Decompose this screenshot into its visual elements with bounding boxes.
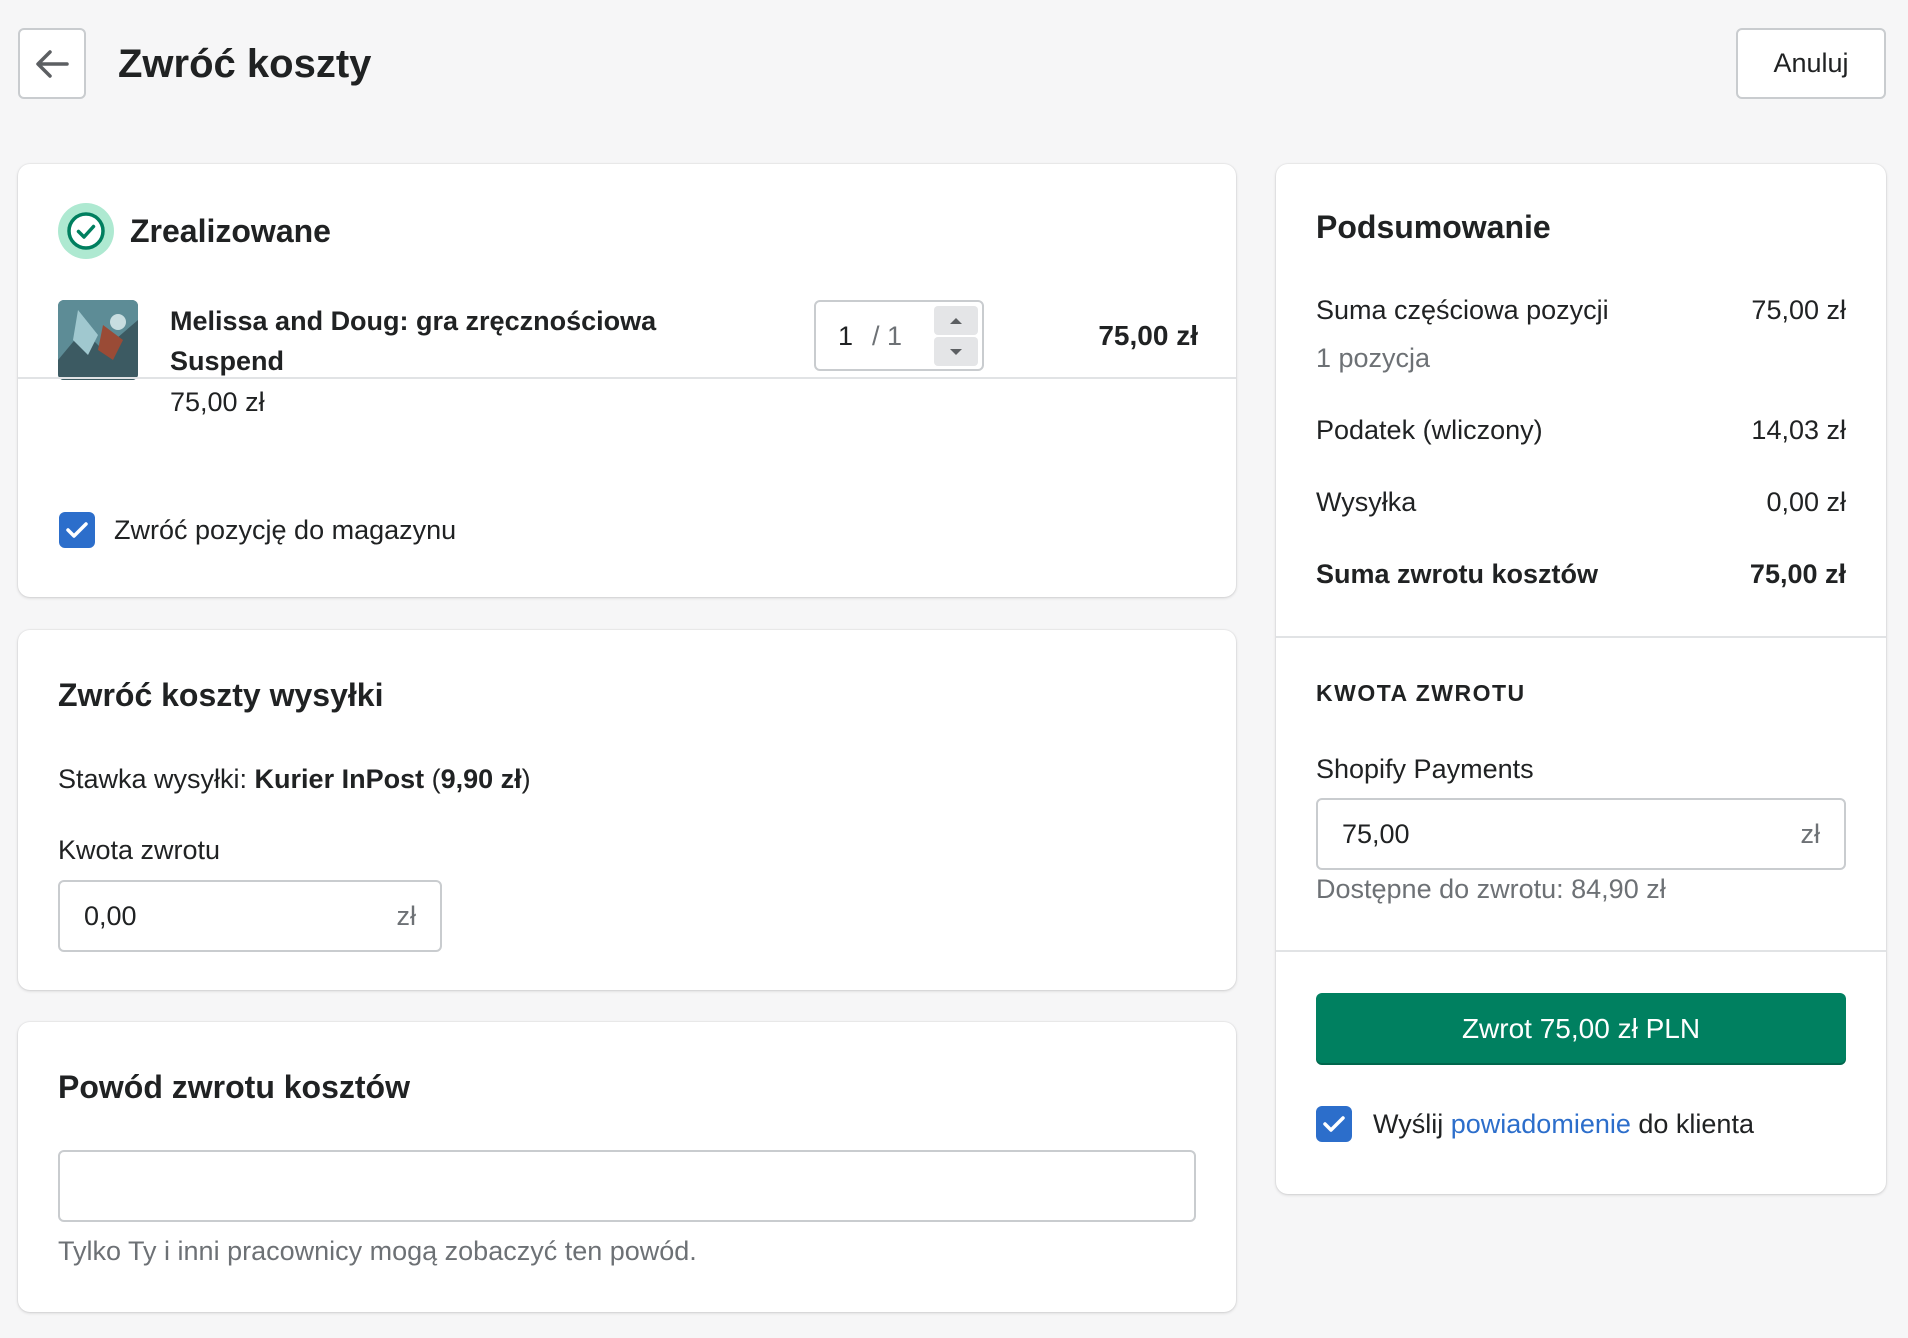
- quantity-stepper[interactable]: 1 / 1: [814, 300, 984, 371]
- restock-checkbox[interactable]: [59, 512, 95, 548]
- refund-total-value: 75,00 zł: [1749, 559, 1846, 589]
- tax-label: Podatek (wliczony): [1316, 415, 1543, 445]
- summary-title: Podsumowanie: [1316, 209, 1551, 245]
- divider: [18, 377, 1236, 379]
- shipping-amount-input[interactable]: 0,00 zł: [58, 880, 442, 952]
- refund-reason-card: Powód zwrotu kosztów Tylko Ty i inni pra…: [18, 1022, 1236, 1312]
- checkmark-icon: [1323, 1116, 1345, 1132]
- notification-link[interactable]: powiadomienie: [1451, 1109, 1631, 1139]
- shipping-refund-card: Zwróć koszty wysyłki Stawka wysyłki: Kur…: [18, 630, 1236, 990]
- page-title: Zwróć koszty: [118, 42, 372, 86]
- shipping-value: 0,00 zł: [1766, 487, 1846, 517]
- arrow-left-icon: [36, 49, 69, 78]
- tax-value: 14,03 zł: [1751, 415, 1846, 445]
- quantity-increment-button[interactable]: [934, 306, 978, 335]
- payment-method-label: Shopify Payments: [1316, 754, 1534, 784]
- refund-amount-heading: KWOTA ZWROTU: [1316, 680, 1526, 706]
- shipping-amount-label: Kwota zwrotu: [58, 835, 221, 865]
- notify-customer-label[interactable]: Wyślij powiadomienie do klienta: [1373, 1104, 1754, 1144]
- refund-button[interactable]: Zwrot 75,00 zł PLN: [1316, 993, 1846, 1065]
- quantity-value[interactable]: 1: [838, 318, 853, 354]
- caret-up-icon: [950, 317, 962, 324]
- checkmark-icon: [66, 522, 88, 538]
- cancel-button[interactable]: Anuluj: [1736, 28, 1886, 99]
- product-thumbnail: [58, 300, 138, 380]
- fulfillment-status: Zrealizowane: [130, 213, 331, 249]
- line-total: 75,00 zł: [1098, 320, 1198, 351]
- shipping-rate-amount: 9,90 zł: [440, 764, 522, 794]
- restock-label[interactable]: Zwróć pozycję do magazynu: [114, 511, 456, 549]
- refund-reason-title: Powód zwrotu kosztów: [58, 1069, 410, 1105]
- payment-amount-value[interactable]: 75,00: [1342, 819, 1410, 850]
- currency-suffix: zł: [1800, 818, 1821, 849]
- quantity-decrement-button[interactable]: [934, 337, 978, 366]
- subtotal-value: 75,00 zł: [1751, 295, 1846, 325]
- available-to-refund: Dostępne do zwrotu: 84,90 zł: [1316, 874, 1666, 904]
- refund-reason-help: Tylko Ty i inni pracownicy mogą zobaczyć…: [58, 1236, 697, 1266]
- shipping-amount-value[interactable]: 0,00: [84, 901, 137, 932]
- caret-down-icon: [950, 348, 962, 355]
- product-name[interactable]: Melissa and Doug: gra zręcznościowa Susp…: [170, 301, 730, 381]
- notify-customer-checkbox[interactable]: [1316, 1106, 1352, 1142]
- shipping-rate: Stawka wysyłki: Kurier InPost (9,90 zł): [58, 764, 531, 794]
- refund-reason-input[interactable]: [58, 1150, 1196, 1222]
- shipping-refund-title: Zwróć koszty wysyłki: [58, 677, 384, 713]
- product-unit-price: 75,00 zł: [170, 387, 265, 417]
- fulfilled-check-circle-icon: [58, 203, 114, 259]
- shipping-rate-name: Kurier InPost: [254, 764, 425, 794]
- fulfilled-items-card: Zrealizowane Melissa and Doug: gra zręcz…: [18, 164, 1236, 597]
- quantity-max: / 1: [872, 321, 903, 351]
- refund-total-label: Suma zwrotu kosztów: [1316, 559, 1599, 589]
- divider: [1276, 636, 1886, 638]
- divider: [1276, 950, 1886, 952]
- items-count: 1 pozycja: [1316, 343, 1431, 373]
- summary-card: Podsumowanie Suma częściowa pozycji 75,0…: [1276, 164, 1886, 1194]
- subtotal-label: Suma częściowa pozycji: [1316, 295, 1609, 325]
- shipping-label: Wysyłka: [1316, 487, 1417, 517]
- payment-amount-input[interactable]: 75,00 zł: [1316, 798, 1846, 870]
- back-button[interactable]: [18, 28, 86, 99]
- currency-suffix: zł: [396, 900, 417, 931]
